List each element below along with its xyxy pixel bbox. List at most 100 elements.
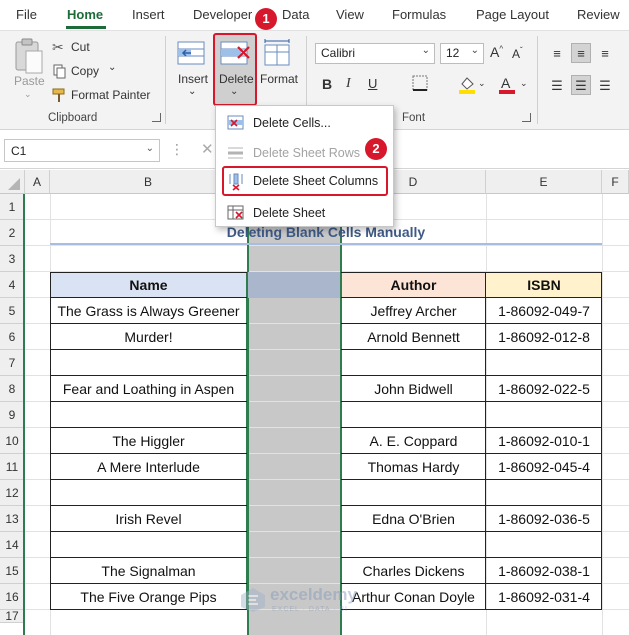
cell-isbn[interactable] bbox=[486, 350, 602, 376]
format-button[interactable]: Format bbox=[258, 35, 302, 101]
copy-button[interactable]: Copy ⌄ bbox=[52, 62, 152, 81]
menu-item-delete-sheet[interactable]: Delete Sheet bbox=[216, 199, 393, 227]
table-header-empty[interactable] bbox=[247, 272, 341, 298]
row-header[interactable]: 11 bbox=[0, 454, 25, 480]
menu-developer[interactable]: Developer bbox=[193, 7, 252, 22]
cell-author[interactable]: A. E. Coppard bbox=[341, 428, 486, 454]
row-header[interactable]: 7 bbox=[0, 350, 25, 376]
row-header[interactable]: 12 bbox=[0, 480, 25, 506]
format-painter-button[interactable]: Format Painter bbox=[52, 87, 162, 105]
font-size-select[interactable]: 12 ⌄ bbox=[440, 43, 484, 64]
cell-author[interactable] bbox=[341, 532, 486, 558]
row-header[interactable]: 6 bbox=[0, 324, 25, 350]
table-header-name[interactable]: Name bbox=[50, 272, 247, 298]
menu-page-layout[interactable]: Page Layout bbox=[476, 7, 549, 22]
cell-author[interactable]: Edna O'Brien bbox=[341, 506, 486, 532]
cell-isbn[interactable]: 1-86092-038-1 bbox=[486, 558, 602, 584]
menu-item-delete-cells[interactable]: Delete Cells... bbox=[216, 109, 393, 137]
cell-isbn[interactable] bbox=[486, 480, 602, 506]
row-header[interactable]: 3 bbox=[0, 246, 25, 272]
menu-view[interactable]: View bbox=[336, 7, 364, 22]
row-header[interactable]: 5 bbox=[0, 298, 25, 324]
table-header-author[interactable]: Author bbox=[341, 272, 486, 298]
borders-icon[interactable] bbox=[412, 75, 428, 93]
cell-isbn[interactable]: 1-86092-031-4 bbox=[486, 584, 602, 610]
align-center-icon[interactable]: ☰ bbox=[571, 75, 591, 95]
select-all-corner[interactable] bbox=[0, 170, 25, 194]
menu-home[interactable]: Home bbox=[67, 7, 103, 22]
column-header-e[interactable]: E bbox=[486, 170, 602, 194]
font-color-icon[interactable]: A bbox=[499, 75, 515, 95]
align-top-icon[interactable]: ≡ bbox=[547, 43, 567, 63]
menu-review[interactable]: Review bbox=[577, 7, 620, 22]
menu-file[interactable]: File bbox=[16, 7, 37, 22]
cell-name[interactable]: The Five Orange Pips bbox=[50, 584, 247, 610]
cell-author[interactable]: Arnold Bennett bbox=[341, 324, 486, 350]
row-header[interactable]: 14 bbox=[0, 532, 25, 558]
cell-name[interactable]: Fear and Loathing in Aspen bbox=[50, 376, 247, 402]
row-header[interactable]: 4 bbox=[0, 272, 25, 298]
cell-isbn[interactable]: 1-86092-036-5 bbox=[486, 506, 602, 532]
cell-isbn[interactable]: 1-86092-049-7 bbox=[486, 298, 602, 324]
align-middle-icon[interactable]: ≡ bbox=[571, 43, 591, 63]
column-header-a[interactable]: A bbox=[25, 170, 50, 194]
clipboard-dialog-launcher[interactable] bbox=[152, 113, 161, 122]
decrease-font-icon[interactable]: Aˇ bbox=[512, 46, 523, 61]
align-right-icon[interactable]: ☰ bbox=[595, 75, 615, 95]
cell-name[interactable]: The Higgler bbox=[50, 428, 247, 454]
cell-name[interactable]: Murder! bbox=[50, 324, 247, 350]
cancel-icon[interactable]: ✕ bbox=[201, 140, 214, 158]
cell-name[interactable] bbox=[50, 350, 247, 376]
italic-button[interactable]: I bbox=[346, 76, 351, 92]
name-box[interactable]: C1 ⌄ bbox=[4, 139, 160, 162]
fill-color-icon[interactable] bbox=[458, 75, 476, 95]
row-header[interactable]: 13 bbox=[0, 506, 25, 532]
row-header[interactable]: 8 bbox=[0, 376, 25, 402]
insert-button[interactable]: Insert ⌄ bbox=[172, 35, 212, 101]
cell-author[interactable] bbox=[341, 402, 486, 428]
cell-name[interactable]: The Grass is Always Greener bbox=[50, 298, 247, 324]
paste-button[interactable]: Paste ⌄ bbox=[10, 37, 46, 101]
cell-isbn[interactable]: 1-86092-022-5 bbox=[486, 376, 602, 402]
cell-name[interactable] bbox=[50, 402, 247, 428]
table-header-isbn[interactable]: ISBN bbox=[486, 272, 602, 298]
font-dialog-launcher[interactable] bbox=[522, 113, 531, 122]
chevron-down-icon[interactable]: ⌄ bbox=[520, 78, 528, 89]
row-header[interactable]: 2 bbox=[0, 220, 25, 246]
cell-author[interactable] bbox=[341, 480, 486, 506]
cell-isbn[interactable]: 1-86092-045-4 bbox=[486, 454, 602, 480]
row-header[interactable]: 17 bbox=[0, 610, 25, 623]
cut-button[interactable]: ✂ Cut bbox=[52, 39, 152, 57]
chevron-down-icon[interactable]: ⌄ bbox=[478, 78, 486, 89]
cell-isbn[interactable] bbox=[486, 402, 602, 428]
worksheet-grid[interactable]: A B C D E F 1234567891011121314151617Del… bbox=[0, 170, 629, 635]
cell-name[interactable] bbox=[50, 480, 247, 506]
chevron-down-icon[interactable]: ⌄ bbox=[24, 89, 32, 100]
menu-insert[interactable]: Insert bbox=[132, 7, 165, 22]
chevron-down-icon[interactable]: ⌄ bbox=[188, 86, 196, 97]
underline-icon[interactable]: U bbox=[368, 76, 377, 91]
chevron-down-icon[interactable]: ⌄ bbox=[108, 62, 116, 73]
menu-data[interactable]: Data bbox=[282, 7, 309, 22]
bold-button[interactable]: B bbox=[322, 76, 332, 92]
font-name-select[interactable]: Calibri ⌄ bbox=[315, 43, 435, 64]
cell-name[interactable] bbox=[50, 532, 247, 558]
row-header[interactable]: 9 bbox=[0, 402, 25, 428]
cell-isbn[interactable] bbox=[486, 532, 602, 558]
cell-name[interactable]: The Signalman bbox=[50, 558, 247, 584]
align-bottom-icon[interactable]: ≡ bbox=[595, 43, 615, 63]
cell-author[interactable] bbox=[341, 350, 486, 376]
increase-font-icon[interactable]: A^ bbox=[490, 44, 503, 60]
cell-author[interactable]: Thomas Hardy bbox=[341, 454, 486, 480]
row-header[interactable]: 10 bbox=[0, 428, 25, 454]
cell-name[interactable]: A Mere Interlude bbox=[50, 454, 247, 480]
column-header-f[interactable]: F bbox=[602, 170, 629, 194]
cell-name[interactable]: Irish Revel bbox=[50, 506, 247, 532]
cell-isbn[interactable]: 1-86092-012-8 bbox=[486, 324, 602, 350]
cell-author[interactable]: John Bidwell bbox=[341, 376, 486, 402]
menu-formulas[interactable]: Formulas bbox=[392, 7, 446, 22]
row-header[interactable]: 15 bbox=[0, 558, 25, 584]
row-header[interactable]: 1 bbox=[0, 194, 25, 220]
cell-author[interactable]: Jeffrey Archer bbox=[341, 298, 486, 324]
cell-author[interactable]: Charles Dickens bbox=[341, 558, 486, 584]
